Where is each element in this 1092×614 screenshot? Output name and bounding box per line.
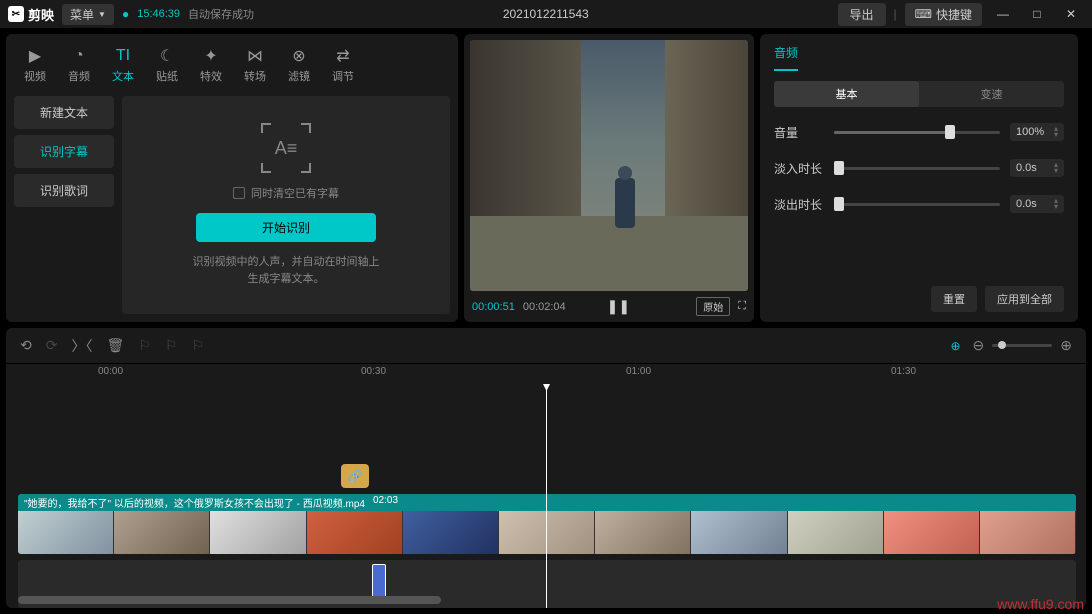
tab-effect[interactable]: ✦特效 — [192, 42, 230, 88]
media-panel: ▶视频 ◔音频 TI文本 ☾贴纸 ✦特效 ⋈转场 ⊗滤镜 ⇄调节 新建文本 识别… — [6, 34, 458, 322]
clip-duration: 02:03 — [373, 495, 398, 510]
sidebar-new-text[interactable]: 新建文本 — [14, 96, 114, 129]
effect-icon: ✦ — [201, 46, 221, 66]
horizontal-scrollbar[interactable] — [18, 596, 1076, 604]
tab-audio[interactable]: ◔音频 — [60, 42, 98, 88]
redo-button[interactable]: ⟳ — [46, 337, 58, 354]
watermark: www.ffu9.com — [997, 596, 1084, 612]
fadeout-label: 淡出时长 — [774, 196, 824, 213]
app-logo: ✂ 剪映 — [8, 5, 54, 24]
recognize-panel: A≡ 同时清空已有字幕 开始识别 识别视频中的人声，并自动在时间轴上生成字幕文本… — [122, 96, 450, 314]
app-name: 剪映 — [28, 5, 54, 24]
tab-filter[interactable]: ⊗滤镜 — [280, 42, 318, 88]
pause-button[interactable]: ❚❚ — [607, 298, 630, 315]
time-ruler[interactable]: 00:00 00:30 01:00 01:30 — [6, 364, 1086, 384]
tab-sticker[interactable]: ☾贴纸 — [148, 42, 186, 88]
volume-value[interactable]: 100%▴▾ — [1010, 123, 1064, 141]
autosave-msg: 自动保存成功 — [188, 6, 254, 22]
preview-panel: 我的确不敢 主动 00:00:51 00:02:04 ❚❚ 原始 ⛶ — [464, 34, 754, 322]
tab-video[interactable]: ▶视频 — [16, 42, 54, 88]
logo-icon: ✂ — [8, 6, 24, 22]
fadeout-slider[interactable] — [834, 203, 1000, 206]
text-icon: TI — [113, 46, 133, 66]
audio-icon: ◔ — [69, 46, 89, 66]
panel-title: 音频 — [774, 44, 798, 71]
project-title: 2021012211543 — [262, 7, 829, 21]
properties-panel: 音频 基本 变速 音量 100%▴▾ 淡入时长 0.0s▴▾ 淡出时长 0.0s… — [760, 34, 1078, 322]
magnet-button[interactable]: ⊕ — [950, 339, 960, 353]
close-button[interactable]: ✕ — [1058, 1, 1084, 27]
subtab-speed[interactable]: 变速 — [919, 81, 1064, 107]
zoom-in-button[interactable]: ⊕ — [1060, 337, 1072, 354]
split-button[interactable]: 〉〈 — [71, 336, 92, 356]
volume-slider[interactable] — [834, 131, 1000, 134]
sticker-icon: ☾ — [157, 46, 177, 66]
filter-icon: ⊗ — [289, 46, 309, 66]
tab-adjust[interactable]: ⇄调节 — [324, 42, 362, 88]
fadein-label: 淡入时长 — [774, 160, 824, 177]
ratio-button[interactable]: 原始 — [696, 297, 730, 316]
timeline: ⟲ ⟳ 〉〈 🗑 ⚐ ⚐ ⚐ ⊕ ⊖ ⊕ 00:00 00:30 01:00 0… — [6, 328, 1086, 608]
delete-button[interactable]: 🗑 — [106, 337, 124, 354]
shortcuts-button[interactable]: ⌨ 快捷键 — [905, 3, 982, 26]
video-icon: ▶ — [25, 46, 45, 66]
total-time: 00:02:04 — [523, 301, 566, 313]
recognize-icon: A≡ — [261, 123, 311, 173]
tab-transition[interactable]: ⋈转场 — [236, 42, 274, 88]
playhead[interactable] — [546, 384, 547, 608]
current-time: 00:00:51 — [472, 301, 515, 313]
tab-text[interactable]: TI文本 — [104, 42, 142, 88]
link-icon[interactable]: 🔗 — [341, 464, 369, 488]
autosave-time: 15:46:39 — [137, 8, 180, 20]
volume-label: 音量 — [774, 124, 824, 141]
menu-button[interactable]: 菜单▼ — [62, 4, 114, 25]
recognize-desc: 识别视频中的人声，并自动在时间轴上生成字幕文本。 — [193, 254, 380, 287]
export-button[interactable]: 导出 — [838, 3, 886, 26]
maximize-button[interactable]: □ — [1024, 1, 1050, 27]
undo-button[interactable]: ⟲ — [20, 337, 32, 354]
apply-all-button[interactable]: 应用到全部 — [985, 286, 1064, 312]
minimize-button[interactable]: — — [990, 1, 1016, 27]
sidebar-recognize-lyrics[interactable]: 识别歌词 — [14, 174, 114, 207]
video-preview[interactable]: 我的确不敢 主动 — [470, 40, 748, 291]
clip-title: "她要的，我给不了" 以后的视频，这个俄罗斯女孩不会出现了 - 西瓜视频.mp4 — [24, 495, 365, 510]
fadein-slider[interactable] — [834, 167, 1000, 170]
fullscreen-icon[interactable]: ⛶ — [738, 300, 746, 313]
zoom-out-button[interactable]: ⊖ — [973, 337, 985, 354]
zoom-slider[interactable] — [992, 344, 1052, 347]
subtab-basic[interactable]: 基本 — [774, 81, 919, 107]
transition-icon: ⋈ — [245, 46, 265, 66]
reset-button[interactable]: 重置 — [931, 286, 977, 312]
adjust-icon: ⇄ — [333, 46, 353, 66]
sidebar-recognize-subtitle[interactable]: 识别字幕 — [14, 135, 114, 168]
fadein-value[interactable]: 0.0s▴▾ — [1010, 159, 1064, 177]
clear-existing-checkbox[interactable]: 同时清空已有字幕 — [233, 185, 339, 201]
mark-out-button[interactable]: ⚐ — [191, 337, 204, 354]
fadeout-value[interactable]: 0.0s▴▾ — [1010, 195, 1064, 213]
keyboard-icon: ⌨ — [915, 7, 932, 21]
start-recognize-button[interactable]: 开始识别 — [196, 213, 376, 242]
mark-button[interactable]: ⚐ — [165, 337, 178, 354]
video-clip[interactable]: "她要的，我给不了" 以后的视频，这个俄罗斯女孩不会出现了 - 西瓜视频.mp4… — [18, 494, 1076, 554]
mark-in-button[interactable]: ⚐ — [138, 337, 151, 354]
